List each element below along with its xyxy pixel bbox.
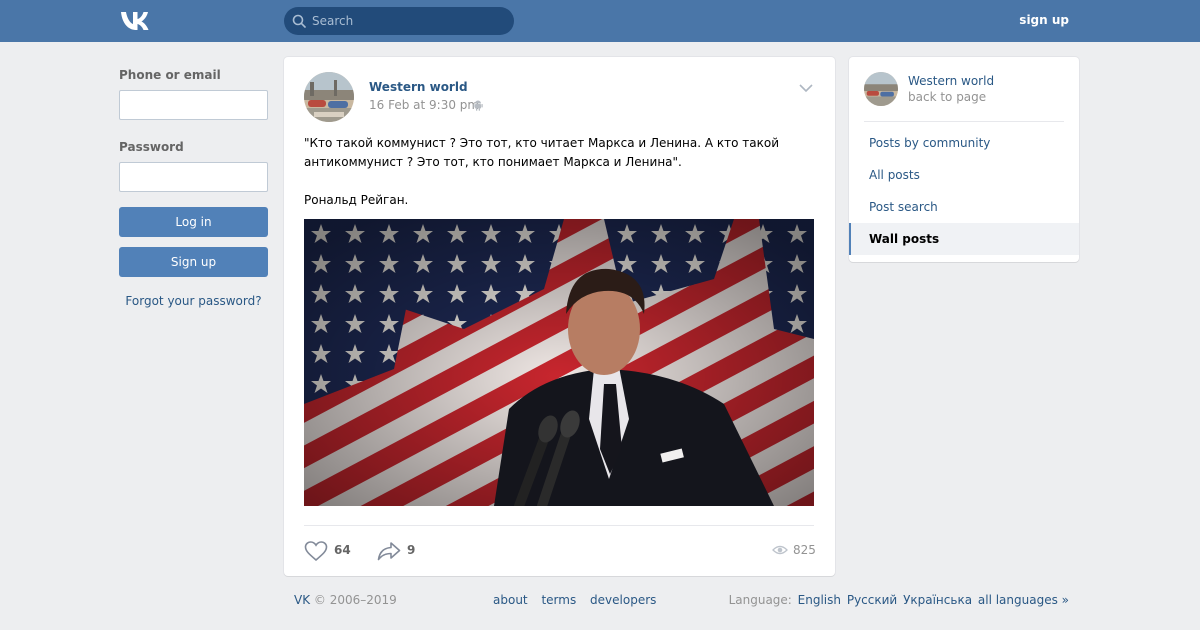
footer-vk-link[interactable]: VK bbox=[294, 593, 310, 607]
login-button[interactable]: Log in bbox=[119, 207, 268, 237]
community-avatar[interactable] bbox=[304, 72, 354, 122]
side-divider bbox=[864, 121, 1064, 122]
share-count[interactable]: 9 bbox=[407, 543, 415, 557]
post-text-line: Рональд Рейган. bbox=[304, 193, 409, 207]
post-divider bbox=[304, 525, 814, 526]
page-footer: VK © 2006–2019 about terms developers La… bbox=[294, 593, 1074, 609]
views-count: 825 bbox=[793, 543, 816, 557]
side-item-wall-posts[interactable]: Wall posts bbox=[849, 223, 1079, 255]
lang-english-link[interactable]: English bbox=[798, 593, 841, 607]
search-icon bbox=[292, 14, 306, 28]
all-languages-link[interactable]: all languages » bbox=[978, 593, 1069, 607]
password-label: Password bbox=[119, 140, 184, 154]
login-panel: Phone or email Password Log in Sign up F… bbox=[119, 67, 268, 308]
top-header: sign up bbox=[0, 0, 1200, 42]
password-field[interactable] bbox=[119, 162, 268, 192]
side-item-posts-by-community[interactable]: Posts by community bbox=[849, 127, 1079, 159]
community-side-nav: Western world back to page Posts by comm… bbox=[849, 57, 1079, 262]
share-icon[interactable] bbox=[377, 541, 401, 561]
footer-languages: Language: English Русский Українська all… bbox=[729, 593, 1069, 607]
search-box[interactable] bbox=[284, 7, 514, 35]
wall-post: Western world 16 Feb at 9:30 pm "Кто так… bbox=[284, 57, 835, 576]
like-count[interactable]: 64 bbox=[334, 543, 351, 557]
post-text-line: "Кто такой коммунист ? Это тот, кто чита… bbox=[304, 136, 780, 150]
post-photo[interactable] bbox=[304, 219, 814, 506]
signup-button[interactable]: Sign up bbox=[119, 247, 268, 277]
community-avatar-small[interactable] bbox=[864, 72, 898, 106]
side-item-post-search[interactable]: Post search bbox=[849, 191, 1079, 223]
back-to-page-link[interactable]: back to page bbox=[908, 90, 986, 104]
footer-terms-link[interactable]: terms bbox=[541, 593, 576, 607]
lang-ukrainian-link[interactable]: Українська bbox=[903, 593, 972, 607]
footer-links: about terms developers bbox=[493, 593, 666, 607]
phone-label: Phone or email bbox=[119, 68, 221, 82]
heart-icon[interactable] bbox=[304, 541, 328, 562]
post-author-link[interactable]: Western world bbox=[369, 80, 468, 94]
post-text-line: антикоммунист ? Это тот, кто понимает Ма… bbox=[304, 155, 682, 169]
vk-logo-icon[interactable] bbox=[119, 10, 153, 32]
android-icon bbox=[473, 100, 483, 111]
post-text-spacer bbox=[304, 172, 814, 191]
post-date[interactable]: 16 Feb at 9:30 pm bbox=[369, 98, 479, 112]
phone-email-field[interactable] bbox=[119, 90, 268, 120]
search-input[interactable] bbox=[312, 7, 507, 35]
forgot-password-link[interactable]: Forgot your password? bbox=[119, 294, 268, 308]
footer-copyright: VK © 2006–2019 bbox=[294, 593, 397, 607]
language-label: Language: bbox=[728, 593, 792, 607]
footer-developers-link[interactable]: developers bbox=[590, 593, 656, 607]
post-text: "Кто такой коммунист ? Это тот, кто чита… bbox=[304, 134, 814, 210]
header-signup-link[interactable]: sign up bbox=[1019, 13, 1069, 27]
lang-russian-link[interactable]: Русский bbox=[847, 593, 897, 607]
side-nav-list: Posts by community All posts Post search… bbox=[849, 127, 1079, 255]
side-item-all-posts[interactable]: All posts bbox=[849, 159, 1079, 191]
footer-about-link[interactable]: about bbox=[493, 593, 528, 607]
eye-icon bbox=[772, 545, 788, 555]
footer-copyright-text: © 2006–2019 bbox=[313, 593, 397, 607]
chevron-down-icon[interactable] bbox=[799, 83, 813, 93]
community-name-link[interactable]: Western world bbox=[908, 74, 994, 88]
